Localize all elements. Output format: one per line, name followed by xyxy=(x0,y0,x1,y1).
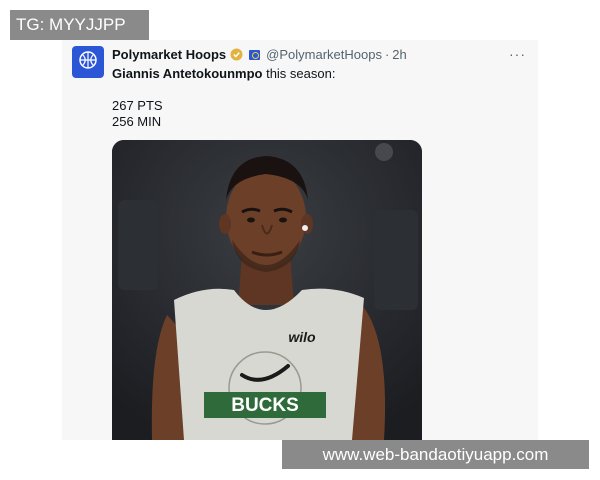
basketball-icon xyxy=(78,50,98,75)
tweet-header: Polymarket Hoops @PolymarketHoops · 2h xyxy=(112,47,407,62)
user-handle[interactable]: @PolymarketHoops xyxy=(266,47,382,62)
top-left-watermark: TG: MYYJJPP xyxy=(10,10,149,40)
jersey-text: BUCKS xyxy=(231,395,299,416)
stat-minutes: 256 MIN xyxy=(112,114,162,129)
stat-points: 267 PTS xyxy=(112,98,163,113)
avatar[interactable] xyxy=(72,46,104,78)
separator: · xyxy=(384,47,390,62)
timestamp[interactable]: 2h xyxy=(392,47,406,62)
tweet-text-suffix: this season: xyxy=(262,66,336,81)
tweet-text: Giannis Antetokounmpo this season: xyxy=(112,66,335,81)
tweet-card[interactable]: Polymarket Hoops @PolymarketHoops · 2h ·… xyxy=(62,40,538,440)
verified-badge-icon xyxy=(230,48,243,61)
jersey-brand: wilo xyxy=(288,329,316,345)
bottom-right-watermark: www.web-bandaotiyuapp.com xyxy=(282,440,589,469)
more-icon[interactable]: ··· xyxy=(509,46,526,62)
player-photo[interactable]: BUCKS wilo xyxy=(112,140,422,440)
flag-icon xyxy=(249,49,261,60)
display-name[interactable]: Polymarket Hoops xyxy=(112,47,226,62)
player-name: Giannis Antetokounmpo xyxy=(112,66,263,81)
